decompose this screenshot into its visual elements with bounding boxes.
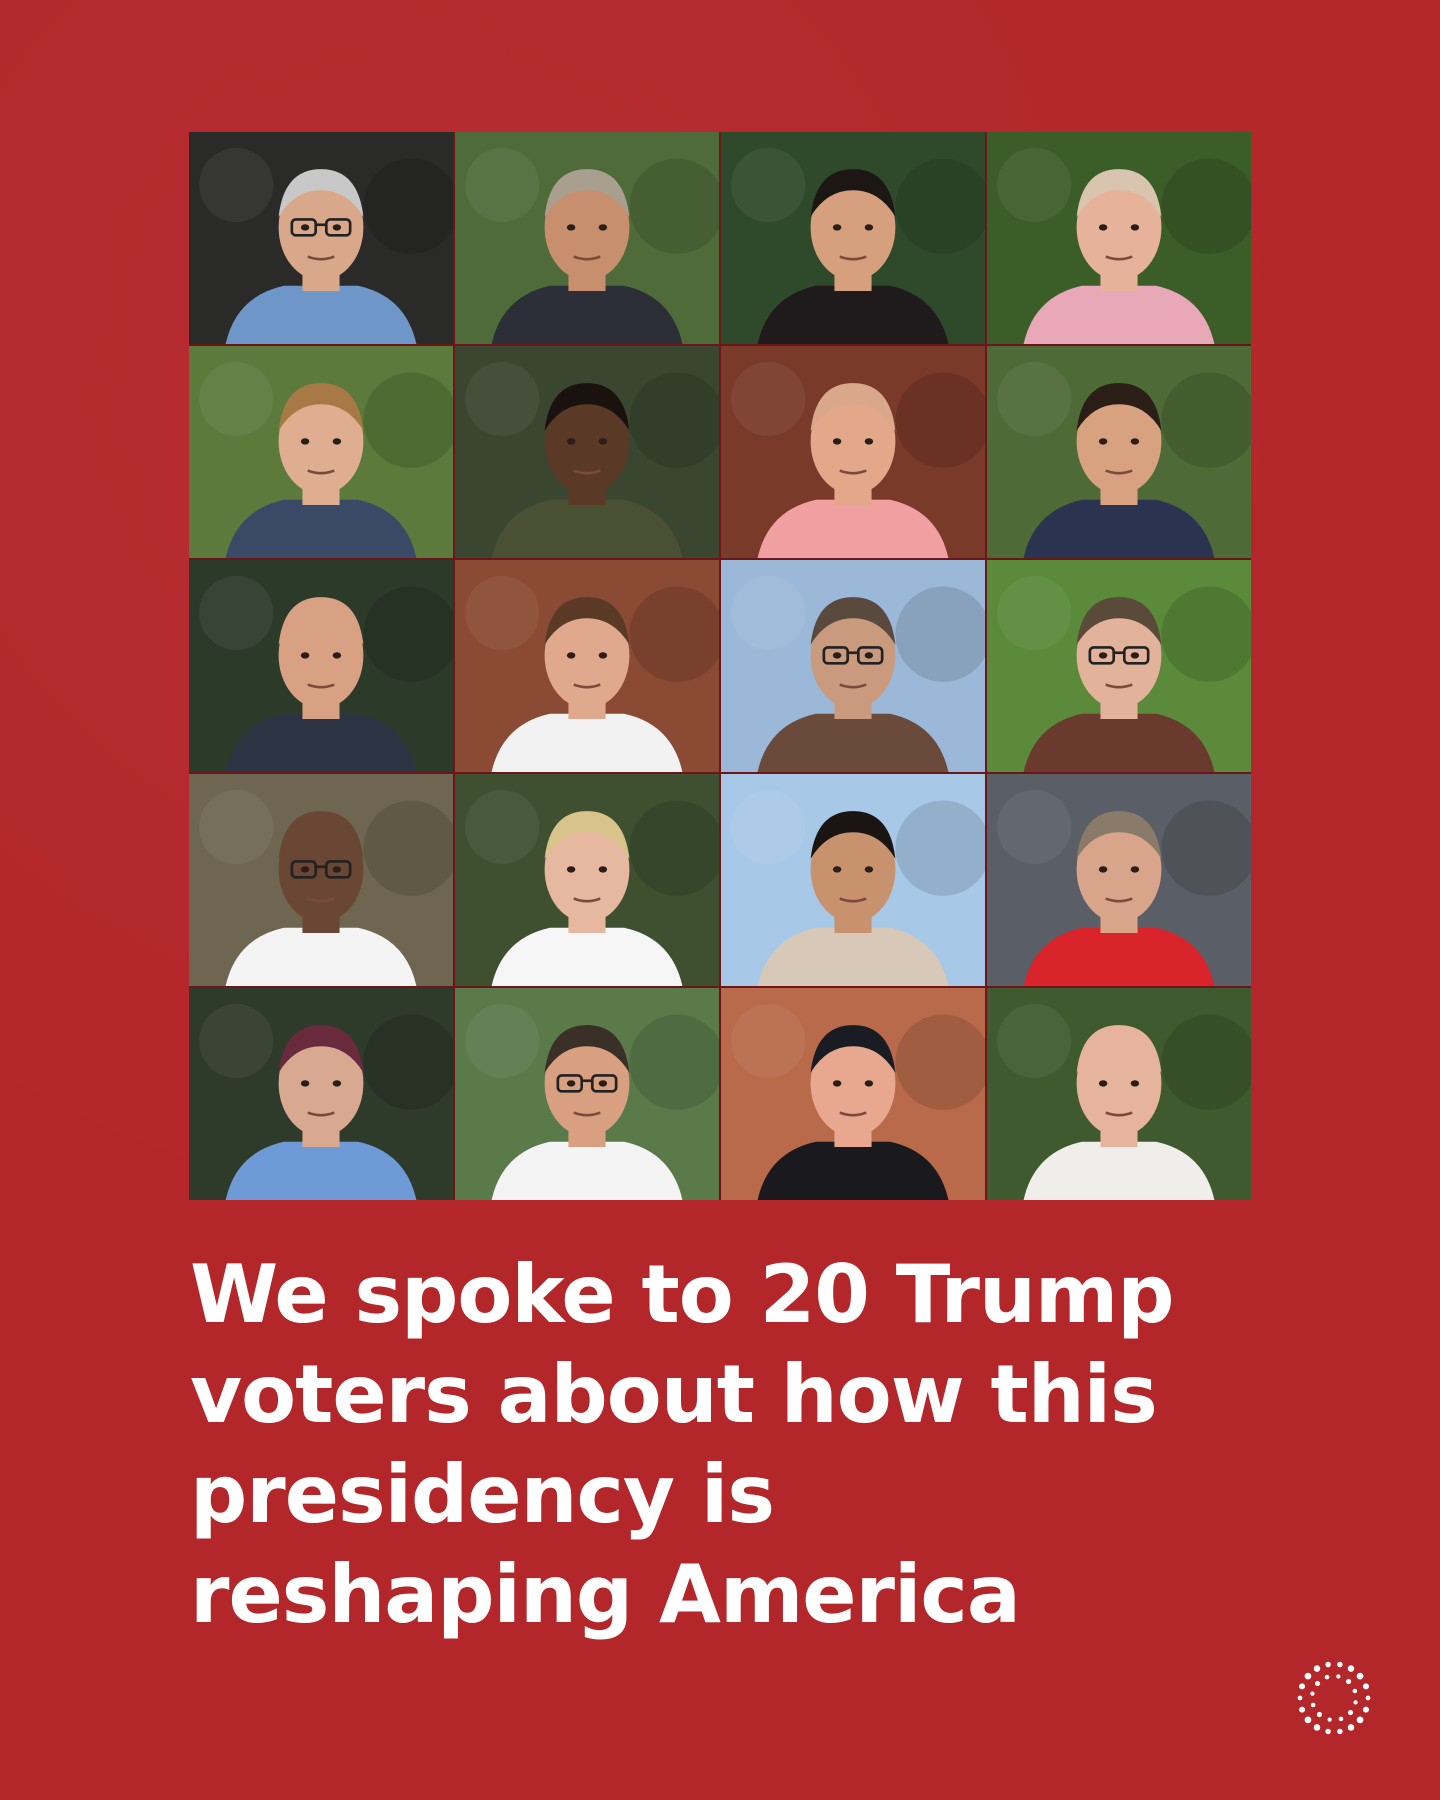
portrait-photo <box>721 346 985 558</box>
portrait-photo <box>987 560 1251 772</box>
portrait-grid <box>189 132 1251 1200</box>
portrait-photo <box>189 560 453 772</box>
portrait-photo <box>189 346 453 558</box>
portrait-photo <box>721 132 985 344</box>
portrait-photo <box>455 346 719 558</box>
portrait-photo <box>987 346 1251 558</box>
portrait-photo <box>721 560 985 772</box>
portrait-photo <box>455 774 719 986</box>
page: We spoke to 20 Trump voters about how th… <box>0 0 1440 1800</box>
portrait-photo <box>987 774 1251 986</box>
portrait-photo <box>721 988 985 1200</box>
portrait-photo <box>455 132 719 344</box>
headline: We spoke to 20 Trump voters about how th… <box>190 1248 1175 1641</box>
portrait-photo <box>189 774 453 986</box>
portrait-photo <box>455 988 719 1200</box>
portrait-photo <box>455 560 719 772</box>
portrait-photo <box>987 132 1251 344</box>
portrait-photo <box>189 988 453 1200</box>
portrait-photo <box>987 988 1251 1200</box>
portrait-photo <box>189 132 453 344</box>
portrait-photo <box>721 774 985 986</box>
dotted-circle-logo-icon <box>1297 1661 1371 1735</box>
